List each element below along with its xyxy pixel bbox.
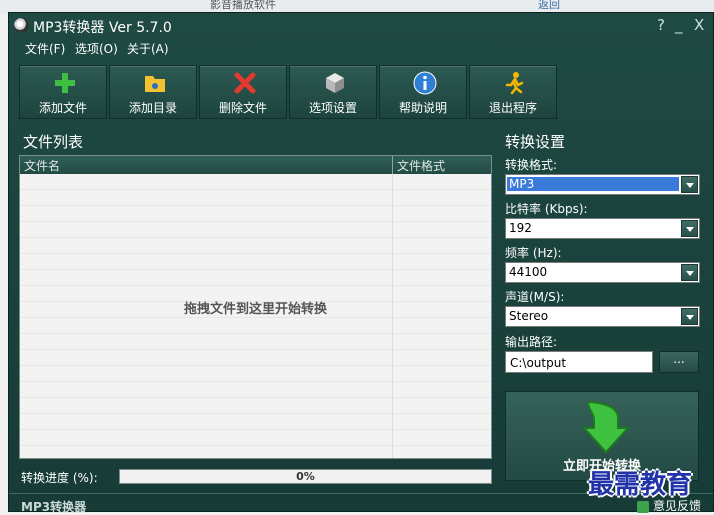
output-path-label: 输出路径: (505, 335, 558, 349)
drop-hint: 拖拽文件到这里开始转换 (183, 302, 327, 317)
delete-icon (234, 72, 256, 94)
delete-file-label: 删除文件 (218, 101, 267, 115)
help-button[interactable]: 帮助说明 (379, 65, 467, 119)
output-path-field[interactable] (505, 351, 653, 373)
format-select[interactable]: MP3 (505, 174, 700, 195)
channel-label: 声道(M/S): (505, 290, 565, 304)
menu-file[interactable]: 文件(F) (25, 40, 65, 57)
settings-button[interactable]: 选项设置 (289, 65, 377, 119)
help-icon[interactable]: ? (657, 16, 665, 34)
column-filename[interactable]: 文件名 (24, 157, 60, 174)
help-label: 帮助说明 (398, 101, 447, 115)
exit-label: 退出程序 (488, 101, 537, 115)
channel-select[interactable]: Stereo (505, 306, 700, 327)
minimize-icon[interactable]: _ (675, 16, 683, 34)
settings-title: 转换设置 (505, 133, 566, 151)
column-divider[interactable] (392, 156, 393, 174)
output-path-input[interactable] (508, 355, 652, 371)
status-text: MP3转换器 (21, 500, 87, 514)
background-link[interactable]: 返回 (538, 0, 560, 12)
exit-button[interactable]: 退出程序 (469, 65, 557, 119)
mp3-converter-window: MP3转换器 Ver 5.7.0 ? _ X 文件(F) 选项(O) 关于(A)… (8, 12, 714, 514)
bitrate-value: 192 (509, 221, 532, 235)
bitrate-label: 比特率 (Kbps): (505, 202, 588, 216)
menu-about[interactable]: 关于(A) (127, 40, 169, 57)
frequency-select[interactable]: 44100 (505, 262, 700, 283)
progress-label: 转换进度 (%): (21, 471, 98, 485)
exit-runner-icon (505, 72, 524, 95)
title-bar[interactable]: MP3转换器 Ver 5.7.0 ? _ X (9, 13, 713, 39)
chevron-down-icon[interactable] (681, 220, 698, 237)
info-icon (413, 71, 437, 95)
menu-bar: 文件(F) 选项(O) 关于(A) (9, 39, 713, 61)
format-label: 转换格式: (505, 158, 558, 172)
frequency-label: 频率 (Hz): (505, 246, 562, 260)
bitrate-select[interactable]: 192 (505, 218, 700, 239)
file-list-title: 文件列表 (23, 133, 84, 151)
channel-value: Stereo (509, 309, 549, 323)
progress-bar: 0% (119, 469, 492, 484)
add-folder-button[interactable]: 添加目录 (109, 65, 197, 119)
column-format[interactable]: 文件格式 (397, 157, 445, 174)
settings-label: 选项设置 (308, 101, 357, 115)
menu-options[interactable]: 选项(O) (75, 40, 118, 57)
feedback-icon (636, 500, 649, 513)
add-file-button[interactable]: 添加文件 (19, 65, 107, 119)
add-file-icon (55, 73, 75, 93)
convert-arrow-icon (581, 400, 630, 454)
settings-cube-icon (326, 73, 344, 93)
chevron-down-icon[interactable] (681, 308, 698, 325)
browse-button[interactable]: ... (659, 351, 699, 373)
progress-text: 0% (296, 470, 315, 483)
format-value: MP3 (507, 177, 679, 191)
window-title: MP3转换器 Ver 5.7.0 (33, 20, 172, 36)
background-text: 影音播放软件 (210, 0, 276, 11)
close-icon[interactable]: X (694, 16, 704, 34)
add-folder-label: 添加目录 (128, 101, 177, 115)
add-file-label: 添加文件 (38, 101, 87, 115)
add-folder-icon (145, 76, 165, 92)
watermark-logo: 最需教育 (588, 470, 693, 500)
app-logo-icon (14, 18, 29, 33)
feedback-label: 意见反馈 (652, 499, 701, 513)
frequency-value: 44100 (509, 265, 548, 279)
delete-file-button[interactable]: 删除文件 (199, 65, 287, 119)
file-list-table[interactable]: 文件名 文件格式 拖拽文件到这里开始转换 (19, 155, 492, 459)
chevron-down-icon[interactable] (681, 176, 698, 193)
chevron-down-icon[interactable] (681, 264, 698, 281)
table-header: 文件名 文件格式 (20, 156, 491, 175)
